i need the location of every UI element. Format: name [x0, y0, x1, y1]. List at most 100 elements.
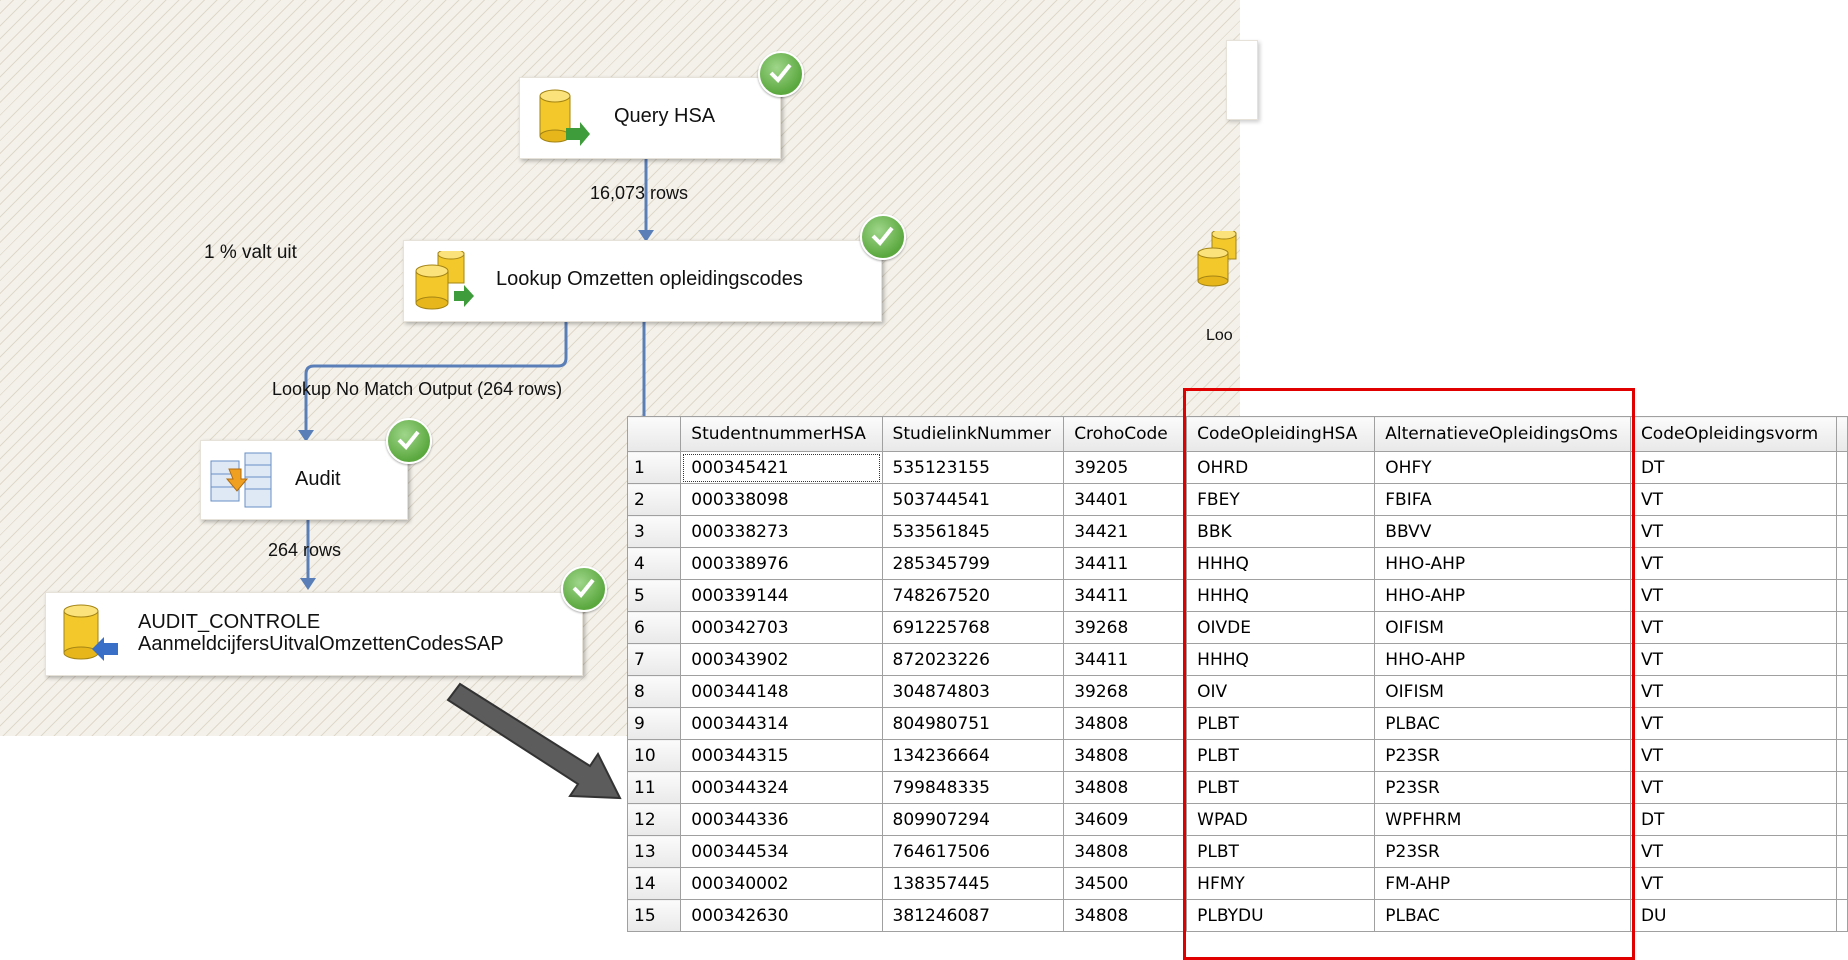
table-cell[interactable]: 691225768 [881, 611, 1065, 644]
table-cell[interactable]: DT [1629, 451, 1837, 484]
table-cell[interactable]: 872023226 [881, 643, 1065, 676]
table-cell[interactable]: HHO-AHP [1374, 547, 1631, 580]
row-number[interactable]: 6 [626, 611, 682, 644]
table-cell[interactable]: FBIFA [1374, 483, 1631, 516]
table-cell[interactable]: 535123155 [881, 451, 1065, 484]
table-cell[interactable]: PLBAC [1374, 707, 1631, 740]
table-cell[interactable]: VT [1629, 835, 1837, 868]
table-cell[interactable]: 34808 [1063, 899, 1188, 932]
table-cell[interactable]: BBK [1186, 515, 1376, 548]
table-cell[interactable]: OIFISM [1374, 611, 1631, 644]
table-row[interactable]: 8 000344148 304874803 39268 OIV OIFISM VT [626, 675, 1848, 708]
row-number[interactable]: 1 [626, 451, 682, 484]
partial-lookup-node[interactable]: Loo [1188, 225, 1248, 350]
table-row[interactable]: 1 000345421 535123155 39205 OHRD OHFY DT [626, 451, 1848, 484]
table-cell[interactable]: 000339144 [680, 579, 883, 612]
table-cell[interactable]: 34500 [1063, 867, 1188, 900]
partial-node-top[interactable] [1226, 40, 1258, 120]
table-cell[interactable]: 138357445 [881, 867, 1065, 900]
row-number[interactable]: 7 [626, 643, 682, 676]
column-header-overflow[interactable] [1835, 416, 1848, 452]
table-row[interactable]: 6 000342703 691225768 39268 OIVDE OIFISM VT [626, 611, 1848, 644]
table-row[interactable]: 12 000344336 809907294 34609 WPAD WPFHRM DT [626, 803, 1848, 836]
table-cell[interactable]: OIV [1186, 675, 1376, 708]
row-number[interactable]: 2 [626, 483, 682, 516]
table-cell[interactable]: 000340002 [680, 867, 883, 900]
row-number[interactable]: 5 [626, 579, 682, 612]
table-cell[interactable]: HHHQ [1186, 643, 1376, 676]
table-cell[interactable]: 799848335 [881, 771, 1065, 804]
table-cell[interactable]: 381246087 [881, 899, 1065, 932]
table-cell[interactable]: 34609 [1063, 803, 1188, 836]
row-number[interactable]: 11 [626, 771, 682, 804]
row-number[interactable]: 12 [626, 803, 682, 836]
table-cell[interactable]: VT [1629, 611, 1837, 644]
table-cell[interactable]: VT [1629, 707, 1837, 740]
table-cell[interactable]: PLBT [1186, 771, 1376, 804]
table-cell[interactable]: 000344534 [680, 835, 883, 868]
table-cell[interactable]: HFMY [1186, 867, 1376, 900]
table-cell[interactable]: 39205 [1063, 451, 1188, 484]
query-hsa-source[interactable]: Query HSA [519, 77, 781, 159]
table-cell[interactable]: 000345421 [680, 451, 883, 484]
table-cell[interactable]: WPAD [1186, 803, 1376, 836]
table-cell[interactable]: 34411 [1063, 643, 1188, 676]
row-number[interactable]: 15 [626, 899, 682, 932]
table-cell[interactable]: OIFISM [1374, 675, 1631, 708]
table-cell[interactable]: HHO-AHP [1374, 579, 1631, 612]
table-cell[interactable]: 000338976 [680, 547, 883, 580]
table-cell[interactable]: 809907294 [881, 803, 1065, 836]
table-cell[interactable]: FBEY [1186, 483, 1376, 516]
table-cell[interactable]: 000344324 [680, 771, 883, 804]
row-number[interactable]: 10 [626, 739, 682, 772]
table-cell[interactable]: 304874803 [881, 675, 1065, 708]
table-cell[interactable]: 000344336 [680, 803, 883, 836]
table-cell[interactable]: FM-AHP [1374, 867, 1631, 900]
table-cell[interactable]: 34421 [1063, 515, 1188, 548]
table-cell[interactable]: WPFHRM [1374, 803, 1631, 836]
table-cell[interactable]: 285345799 [881, 547, 1065, 580]
table-cell[interactable]: 533561845 [881, 515, 1065, 548]
table-cell[interactable]: 34411 [1063, 547, 1188, 580]
row-number[interactable]: 13 [626, 835, 682, 868]
table-row[interactable]: 9 000344314 804980751 34808 PLBT PLBAC VT [626, 707, 1848, 740]
table-cell[interactable]: PLBT [1186, 707, 1376, 740]
table-cell[interactable]: 000344314 [680, 707, 883, 740]
table-cell[interactable]: VT [1629, 547, 1837, 580]
row-number[interactable]: 4 [626, 547, 682, 580]
table-cell[interactable]: 34401 [1063, 483, 1188, 516]
table-cell[interactable]: 503744541 [881, 483, 1065, 516]
column-header[interactable]: StudielinkNummer [881, 416, 1065, 452]
lookup-omzetten-opleidingscodes[interactable]: Lookup Omzetten opleidingscodes [403, 240, 882, 322]
column-header[interactable]: CodeOpleidingHSA [1186, 416, 1376, 452]
table-row[interactable]: 10 000344315 134236664 34808 PLBT P23SR VT [626, 739, 1848, 772]
table-cell[interactable]: 34808 [1063, 739, 1188, 772]
table-cell[interactable]: OHRD [1186, 451, 1376, 484]
table-cell[interactable]: OHFY [1374, 451, 1631, 484]
table-cell[interactable]: VT [1629, 771, 1837, 804]
row-number[interactable]: 3 [626, 515, 682, 548]
table-cell[interactable]: 000338273 [680, 515, 883, 548]
table-row[interactable]: 2 000338098 503744541 34401 FBEY FBIFA VT [626, 483, 1848, 516]
table-cell[interactable]: 34808 [1063, 707, 1188, 740]
data-viewer-grid[interactable]: StudentnummerHSA StudielinkNummer CrohoC… [626, 416, 1848, 932]
corner-cell[interactable] [626, 416, 682, 452]
table-cell[interactable]: PLBT [1186, 835, 1376, 868]
table-row[interactable]: 13 000344534 764617506 34808 PLBT P23SR VT [626, 835, 1848, 868]
table-cell[interactable]: HHHQ [1186, 547, 1376, 580]
table-cell[interactable]: PLBAC [1374, 899, 1631, 932]
table-row[interactable]: 3 000338273 533561845 34421 BBK BBVV VT [626, 515, 1848, 548]
table-row[interactable]: 11 000344324 799848335 34808 PLBT P23SR VT [626, 771, 1848, 804]
table-cell[interactable]: VT [1629, 579, 1837, 612]
table-cell[interactable]: 804980751 [881, 707, 1065, 740]
table-cell[interactable]: 000338098 [680, 483, 883, 516]
column-header[interactable]: CodeOpleidingsvorm [1629, 416, 1837, 452]
column-header[interactable]: AlternatieveOpleidingsOms [1374, 416, 1631, 452]
table-row[interactable]: 5 000339144 748267520 34411 HHHQ HHO-AHP VT [626, 579, 1848, 612]
table-row[interactable]: 14 000340002 138357445 34500 HFMY FM-AHP VT [626, 867, 1848, 900]
row-number[interactable]: 9 [626, 707, 682, 740]
table-cell[interactable]: BBVV [1374, 515, 1631, 548]
table-cell[interactable]: 000344148 [680, 675, 883, 708]
table-cell[interactable]: 000342630 [680, 899, 883, 932]
audit-transform[interactable]: Audit [200, 440, 408, 520]
